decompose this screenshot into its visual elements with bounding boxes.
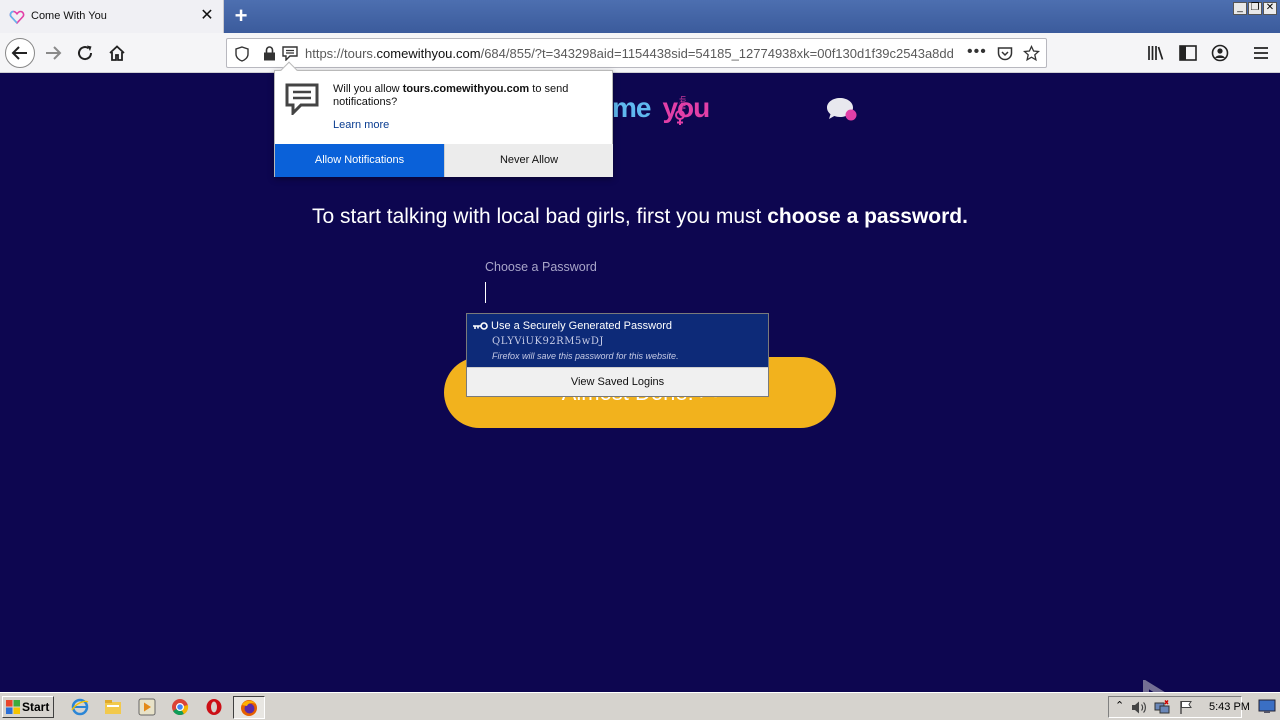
internet-explorer-icon[interactable]	[71, 698, 89, 716]
generated-password-option[interactable]: Use a Securely Generated Password QLYViU…	[467, 314, 768, 367]
sidebar-icon[interactable]	[1179, 45, 1197, 61]
firefox-icon	[241, 700, 257, 716]
page-headline: To start talking with local bad girls, f…	[312, 205, 968, 228]
account-icon[interactable]	[1211, 44, 1229, 62]
heart-favicon-icon	[9, 10, 25, 25]
minimize-icon[interactable]: _	[1233, 2, 1247, 15]
password-input[interactable]	[485, 282, 486, 303]
taskbar-clock[interactable]: 5:43 PM	[1209, 701, 1250, 713]
never-allow-button[interactable]: Never Allow	[444, 144, 613, 177]
password-label: Choose a Password	[485, 260, 597, 274]
volume-icon[interactable]	[1131, 700, 1147, 715]
generated-password-value: QLYViUK92RM5wDJ	[492, 336, 604, 347]
network-icon[interactable]	[1154, 700, 1171, 715]
window-controls: _ ❐ ✕	[1233, 2, 1277, 15]
lock-icon[interactable]	[263, 46, 276, 61]
start-button[interactable]: Start	[2, 696, 54, 718]
notification-permission-icon[interactable]	[282, 46, 298, 61]
library-icon[interactable]	[1147, 45, 1165, 61]
firefox-taskbar-button[interactable]	[233, 696, 265, 719]
forward-button-icon[interactable]	[41, 41, 65, 65]
back-button-icon[interactable]	[5, 38, 35, 68]
venus-symbol-icon	[675, 110, 685, 125]
url-text[interactable]: https://tours.comewithyou.com/684/855/?t…	[305, 46, 963, 61]
notification-chat-icon	[285, 83, 319, 115]
chat-bubble-icon[interactable]	[826, 96, 858, 122]
learn-more-link[interactable]: Learn more	[333, 119, 389, 131]
tab-comewithyou[interactable]: Come With You ✕	[0, 0, 224, 33]
show-desktop-icon[interactable]	[1258, 697, 1276, 715]
site-logo[interactable]: me you	[612, 92, 710, 124]
tab-title: Come With You	[31, 10, 107, 22]
password-autocomplete-popup: Use a Securely Generated Password QLYViU…	[466, 313, 769, 397]
page-actions-icon[interactable]: •••	[967, 43, 987, 61]
bookmark-star-icon[interactable]	[1023, 45, 1040, 62]
generated-password-note: Firefox will save this password for this…	[492, 351, 679, 361]
new-tab-icon[interactable]: +	[231, 5, 251, 27]
tab-close-icon[interactable]: ✕	[199, 8, 215, 24]
tracking-shield-icon[interactable]	[235, 46, 249, 62]
taskbar: Start ⌃ 5:43 PM	[0, 692, 1280, 720]
chrome-icon[interactable]	[171, 698, 189, 716]
notification-permission-popup: Will you allow tours.comewithyou.com to …	[274, 61, 613, 177]
reload-icon[interactable]	[73, 41, 97, 65]
view-saved-logins-option[interactable]: View Saved Logins	[467, 367, 768, 396]
tab-bar: Come With You ✕ + _ ❐ ✕	[0, 0, 1280, 33]
notification-message: Will you allow tours.comewithyou.com to …	[333, 83, 569, 108]
home-icon[interactable]	[105, 41, 129, 65]
allow-notifications-button[interactable]: Allow Notifications	[275, 144, 444, 177]
pocket-icon[interactable]	[997, 46, 1013, 62]
action-center-flag-icon[interactable]	[1179, 700, 1193, 715]
key-icon	[473, 322, 488, 330]
start-label: Start	[22, 700, 50, 714]
tray-expand-icon[interactable]: ⌃	[1115, 699, 1124, 712]
logo-with-text: with	[678, 95, 688, 110]
restore-icon[interactable]: ❐	[1248, 2, 1262, 15]
windows-logo-icon	[6, 700, 20, 714]
nav-bar: https://tours.comewithyou.com/684/855/?t…	[0, 33, 1280, 73]
media-player-icon[interactable]	[138, 698, 156, 716]
generated-password-title: Use a Securely Generated Password	[491, 320, 672, 332]
url-bar[interactable]: https://tours.comewithyou.com/684/855/?t…	[226, 38, 1047, 68]
menu-hamburger-icon[interactable]	[1252, 45, 1270, 61]
file-explorer-icon[interactable]	[104, 698, 122, 716]
opera-icon[interactable]	[205, 698, 223, 716]
window-close-icon[interactable]: ✕	[1263, 2, 1277, 15]
